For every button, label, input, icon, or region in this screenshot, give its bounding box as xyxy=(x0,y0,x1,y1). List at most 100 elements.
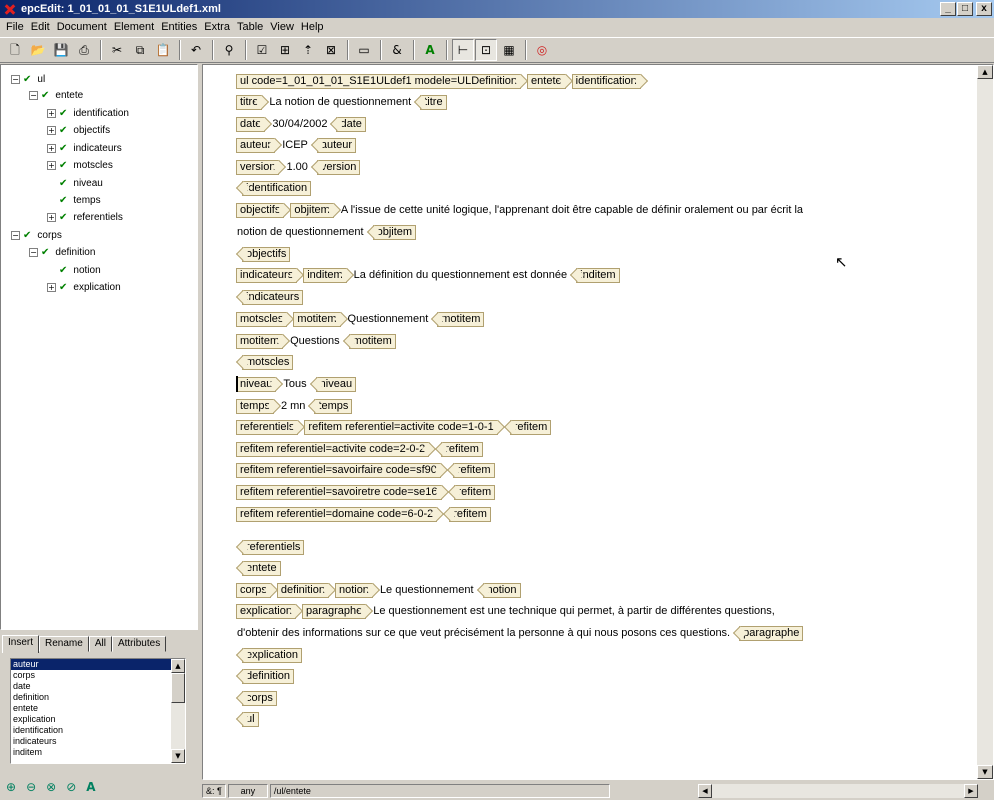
list-item[interactable]: date xyxy=(11,681,185,692)
document-line[interactable]: corps xyxy=(236,690,279,706)
print-icon[interactable]: ⎙ xyxy=(73,39,95,61)
list-item[interactable]: explication xyxy=(11,714,185,725)
document-line[interactable]: indicateurs inditem La définition du quest… xyxy=(236,267,622,283)
close-button[interactable]: x xyxy=(976,2,992,16)
open-tag[interactable]: titre xyxy=(236,94,263,110)
rtf-icon[interactable]: ▭ xyxy=(353,39,375,61)
document-line[interactable]: titre La notion de questionnement titre xyxy=(236,94,449,110)
close-tag[interactable]: inditem xyxy=(576,267,620,283)
close-tag[interactable]: identification xyxy=(242,180,312,196)
close-tag[interactable]: explication xyxy=(242,647,302,663)
document-line[interactable]: d'obtenir des informations sur ce que ve… xyxy=(236,625,805,641)
close-tag[interactable]: motitem xyxy=(437,311,485,327)
menu-help[interactable]: Help xyxy=(299,21,329,33)
text-content[interactable]: notion de questionnement xyxy=(237,226,364,238)
close-tag[interactable]: ul xyxy=(242,711,259,727)
tree-node[interactable]: + ✔ identification xyxy=(47,105,129,121)
close-tag[interactable]: objectifs xyxy=(242,246,291,262)
tree-node[interactable]: + ✔ objectifs xyxy=(47,122,110,138)
list-item[interactable]: definition xyxy=(11,692,185,703)
document-line[interactable]: notion de questionnement objitem xyxy=(236,224,418,240)
menu-file[interactable]: File xyxy=(4,21,29,33)
open-tag[interactable]: motitem xyxy=(293,311,341,327)
tab-attributes[interactable]: Attributes xyxy=(111,636,167,652)
open-tag[interactable]: entete xyxy=(527,73,566,89)
insert-before-icon[interactable]: ⊕ xyxy=(6,780,16,794)
list-item[interactable]: identification xyxy=(11,725,185,736)
tag-view-icon[interactable]: ⊡ xyxy=(475,39,497,61)
open-tag[interactable]: objitem xyxy=(290,202,334,218)
open-tag[interactable]: refitem referentiel=activite code=2-0-2 xyxy=(236,441,430,457)
document-line[interactable]: version 1.00 version xyxy=(236,159,362,175)
document-line[interactable]: niveau Tous niveau xyxy=(236,376,358,392)
open-tag[interactable]: notion xyxy=(334,582,373,598)
text-content[interactable]: La notion de questionnement xyxy=(269,96,411,108)
document-line[interactable]: indicateurs xyxy=(236,289,305,305)
document-line[interactable]: refitem referentiel=savoirfaire code=sf9… xyxy=(236,462,497,478)
scroll-thumb[interactable] xyxy=(171,673,185,703)
scroll-up-icon[interactable]: ▲ xyxy=(977,65,993,79)
close-tag[interactable]: auteur xyxy=(316,137,357,153)
open-tag[interactable]: refitem referentiel=savoirfaire code=sf9… xyxy=(236,462,441,478)
delete-element-icon[interactable]: ⊠ xyxy=(320,39,342,61)
insert-parent-icon[interactable]: ⊘ xyxy=(66,780,76,794)
open-tag[interactable]: motscles xyxy=(236,311,288,327)
document-line[interactable]: refitem referentiel=activite code=2-0-2 r… xyxy=(236,441,485,457)
close-tag[interactable]: indicateurs xyxy=(242,289,304,305)
document-line[interactable]: objectifs objitem A l'issue de cette unité… xyxy=(236,202,806,218)
document-hscroll[interactable]: ◀ ▶ xyxy=(698,784,978,798)
list-scrollbar[interactable]: ▲ ▼ xyxy=(171,659,185,763)
tree-node[interactable]: + ✔ referentiels xyxy=(47,209,123,225)
document-line[interactable]: definition xyxy=(236,668,296,684)
open-tag[interactable]: refitem referentiel=savoiretre code=se16 xyxy=(236,484,442,500)
new-file-icon[interactable]: 🗋 xyxy=(4,39,26,61)
document-view[interactable]: ▲ ▼ ↖ ul code=1_01_01_01_S1E1ULdef1 mode… xyxy=(202,64,994,780)
collapse-icon[interactable]: − xyxy=(11,230,20,240)
open-folder-icon[interactable]: 📂 xyxy=(27,39,49,61)
open-tag[interactable]: auteur xyxy=(236,137,276,153)
open-tag[interactable]: referentiels xyxy=(236,419,299,435)
copy-icon[interactable]: ⧉ xyxy=(129,39,151,61)
open-tag[interactable]: inditem xyxy=(303,267,347,283)
tree-node[interactable]: + ✔ motscles xyxy=(47,157,113,173)
text-content[interactable]: Questionnement xyxy=(348,313,429,325)
expand-icon[interactable]: + xyxy=(47,282,56,292)
close-tag[interactable]: temps xyxy=(314,398,353,414)
open-tag[interactable]: version xyxy=(236,159,280,175)
scroll-right-icon[interactable]: ▶ xyxy=(964,784,978,798)
text-content[interactable]: Questions xyxy=(290,335,340,347)
menu-document[interactable]: Document xyxy=(55,21,112,33)
scroll-down-icon[interactable]: ▼ xyxy=(171,749,185,763)
open-tag[interactable]: explication xyxy=(236,603,296,619)
tree-node[interactable]: ✔ notion xyxy=(47,262,101,278)
open-tag[interactable]: niveau xyxy=(236,376,277,392)
close-tag[interactable]: refitem xyxy=(509,419,552,435)
minimize-button[interactable]: _ xyxy=(940,2,956,16)
move-up-icon[interactable]: ⇡ xyxy=(297,39,319,61)
document-line[interactable]: explication paragraphe Le questionnement e… xyxy=(236,603,778,619)
tree-node[interactable]: − ✔ entete xyxy=(29,87,83,103)
open-tag[interactable]: corps xyxy=(236,582,271,598)
list-item[interactable]: inditem xyxy=(11,747,185,758)
close-tag[interactable]: entete xyxy=(242,560,281,576)
tree-node[interactable]: − ✔ corps xyxy=(11,227,62,243)
document-line[interactable]: motitem Questions motitem xyxy=(236,333,398,349)
document-line[interactable]: refitem referentiel=savoiretre code=se16… xyxy=(236,484,497,500)
text-content[interactable]: 1.00 xyxy=(286,161,307,173)
collapse-icon[interactable]: − xyxy=(11,74,20,84)
text-content[interactable]: 30/04/2002 xyxy=(272,118,327,130)
cut-icon[interactable]: ✂ xyxy=(106,39,128,61)
tab-rename[interactable]: Rename xyxy=(39,636,89,652)
tree-node[interactable]: + ✔ indicateurs xyxy=(47,140,122,156)
close-tag[interactable]: paragraphe xyxy=(739,625,804,641)
menu-edit[interactable]: Edit xyxy=(29,21,55,33)
text-content[interactable]: Le questionnement xyxy=(380,584,474,596)
close-tag[interactable]: titre xyxy=(420,94,447,110)
document-line[interactable]: motscles motitem Questionnement motitem xyxy=(236,311,486,327)
maximize-button[interactable]: □ xyxy=(957,2,973,16)
document-line[interactable]: motscles xyxy=(236,354,295,370)
save-icon[interactable]: 💾 xyxy=(50,39,72,61)
open-tag[interactable]: date xyxy=(236,116,266,132)
menu-element[interactable]: Element xyxy=(112,21,159,33)
open-tag[interactable]: definition xyxy=(276,582,329,598)
